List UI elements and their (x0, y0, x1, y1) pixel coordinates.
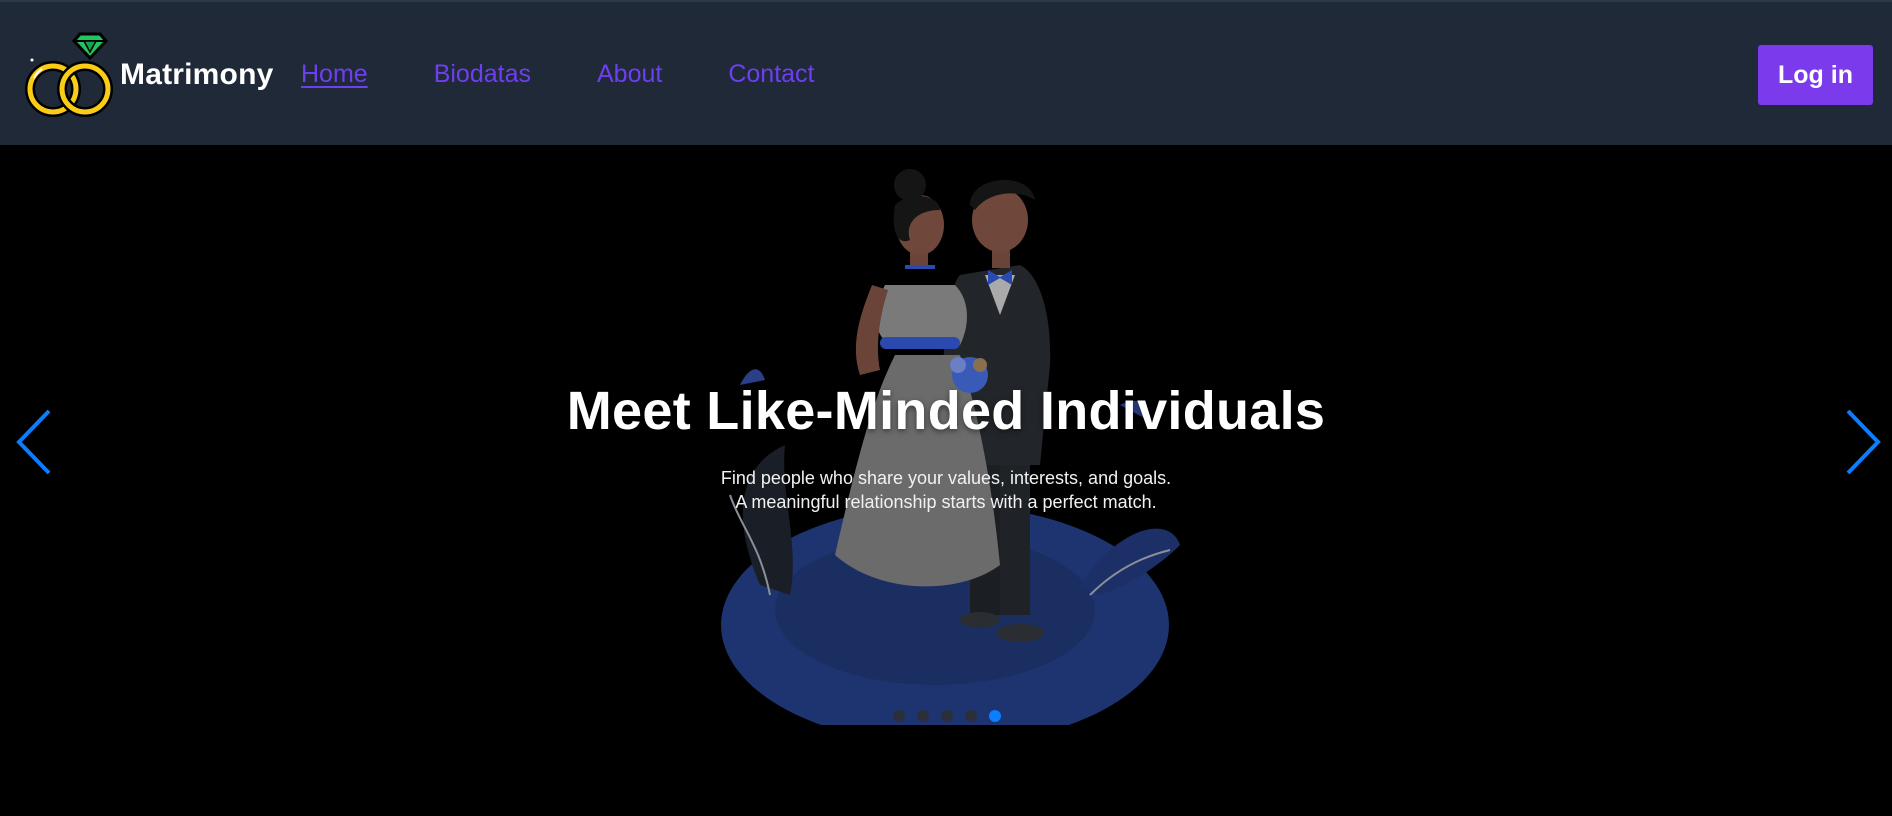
nav-biodatas-link[interactable]: Biodatas (434, 60, 531, 89)
hero-subtitle-line-2: A meaningful relationship starts with a … (735, 492, 1157, 512)
navbar: Matrimony Home Biodatas About Contact Lo… (0, 0, 1892, 145)
carousel-next-button[interactable] (1842, 407, 1882, 477)
brand-name: Matrimony (120, 58, 274, 91)
hero-subtitle: Find people who share your values, inter… (0, 466, 1892, 514)
carousel-indicator-4[interactable] (965, 710, 977, 722)
chevron-right-icon (1846, 409, 1881, 475)
wedding-rings-icon (25, 32, 113, 117)
hero-carousel: Meet Like-Minded Individuals Find people… (0, 145, 1892, 816)
carousel-indicator-5[interactable] (989, 710, 1001, 722)
carousel-indicators (893, 710, 1013, 722)
hero-subtitle-line-1: Find people who share your values, inter… (720, 468, 1172, 488)
carousel-indicator-2[interactable] (917, 710, 929, 722)
carousel-caption: Meet Like-Minded Individuals Find people… (0, 380, 1892, 514)
brand-link[interactable]: Matrimony (24, 30, 273, 120)
carousel-indicator-3[interactable] (941, 710, 953, 722)
nav-about-link[interactable]: About (597, 60, 662, 89)
carousel-indicator-1[interactable] (893, 710, 905, 722)
main-nav: Home Biodatas About Contact (301, 60, 881, 89)
login-button[interactable]: Log in (1758, 45, 1873, 105)
nav-contact-link[interactable]: Contact (728, 60, 814, 89)
carousel-prev-button[interactable] (15, 407, 55, 477)
hero-title: Meet Like-Minded Individuals (566, 381, 1326, 441)
chevron-left-icon (16, 409, 51, 475)
nav-home-link[interactable]: Home (301, 60, 368, 89)
